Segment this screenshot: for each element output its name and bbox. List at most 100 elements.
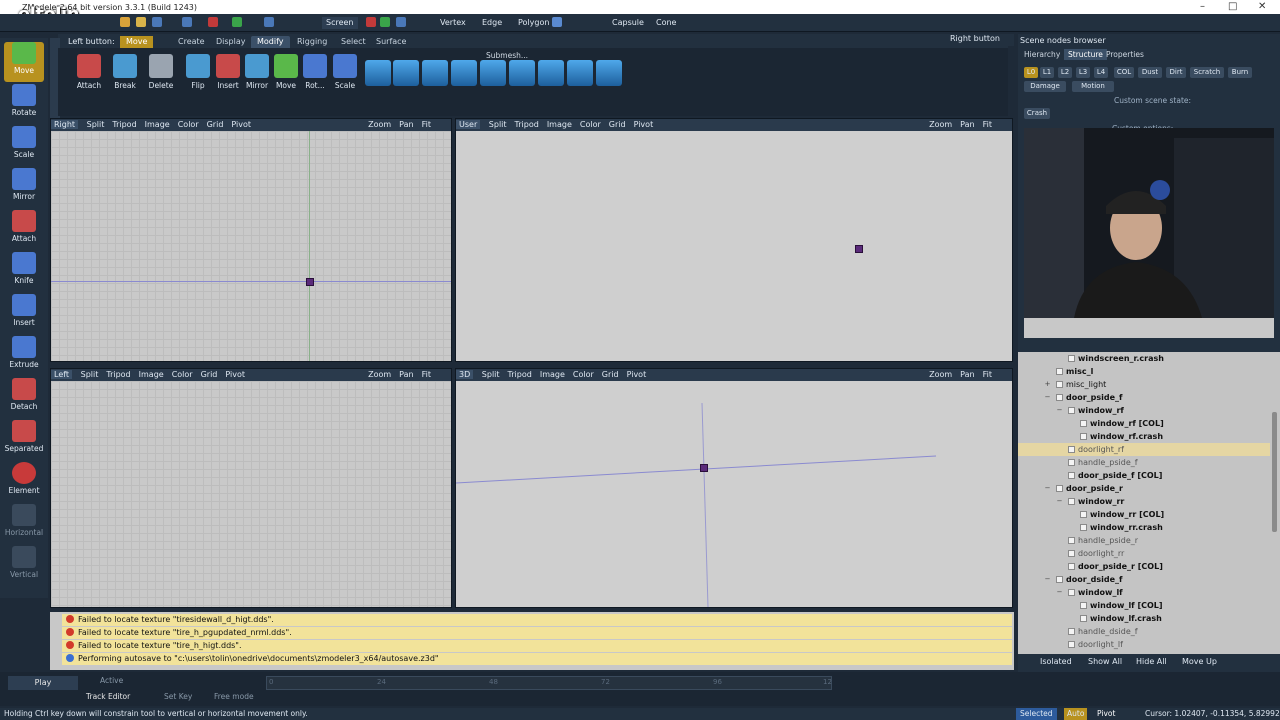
visibility-checkbox[interactable]	[1080, 433, 1087, 440]
motion-dropdown[interactable]: Motion	[1072, 81, 1114, 92]
viewport-3d[interactable]: 3D Split Tripod Image Color Grid Pivot Zoom Pa…	[455, 368, 1013, 608]
chip-l4[interactable]: L4	[1094, 67, 1108, 78]
viewport-name[interactable]: Right	[51, 120, 79, 129]
visibility-checkbox[interactable]	[1068, 407, 1075, 414]
tree-scrollbar[interactable]	[1272, 412, 1277, 532]
tree-row[interactable]: windscreen_r.crash	[1018, 352, 1270, 365]
detach-tool[interactable]: Detach	[4, 378, 44, 418]
move-button[interactable]: Move	[271, 54, 301, 90]
tab-surface[interactable]: Surface	[370, 36, 412, 48]
vertex-mode[interactable]: Vertex	[440, 17, 466, 29]
timeline-track[interactable]: 0 24 48 72 96 12	[266, 676, 832, 690]
image-menu[interactable]: Image	[540, 370, 565, 379]
color-menu[interactable]: Color	[573, 370, 594, 379]
grid-menu[interactable]: Grid	[602, 370, 619, 379]
tree-row[interactable]: + misc_light	[1018, 378, 1270, 391]
tripod-menu[interactable]: Tripod	[508, 370, 532, 379]
collapse-icon[interactable]: −	[1044, 485, 1051, 492]
selected-badge[interactable]: Selected	[1016, 708, 1057, 720]
chip-dust[interactable]: Dust	[1138, 67, 1162, 78]
visibility-checkbox[interactable]	[1068, 498, 1075, 505]
element-tool[interactable]: Element	[4, 462, 44, 502]
mirror-button[interactable]: Mirror	[242, 54, 272, 90]
submesh-arrow-icon[interactable]	[480, 60, 506, 86]
flip-button[interactable]: Flip	[183, 54, 213, 90]
tree-row[interactable]: window_rr.crash	[1018, 521, 1270, 534]
viewport-left[interactable]: Left Split Tripod Image Color Grid Pivot Zoom…	[50, 368, 452, 608]
submesh-merge-icon[interactable]	[451, 60, 477, 86]
tree-row[interactable]: − window_rf	[1018, 404, 1270, 417]
grid-menu[interactable]: Grid	[201, 370, 218, 379]
screen-dropdown[interactable]: Screen	[322, 17, 358, 29]
chip-burn[interactable]: Burn	[1228, 67, 1252, 78]
collapse-icon[interactable]: −	[1044, 394, 1051, 401]
knife-tool[interactable]: Knife	[4, 252, 44, 292]
pan-button[interactable]: Pan	[399, 370, 413, 379]
visibility-checkbox[interactable]	[1068, 472, 1075, 479]
crash-button[interactable]: Crash	[1024, 108, 1050, 119]
save-file-icon[interactable]	[152, 17, 162, 27]
zoom-button[interactable]: Zoom	[368, 370, 391, 379]
viewport-name[interactable]: Left	[51, 370, 73, 379]
auto-badge[interactable]: Auto	[1064, 708, 1088, 720]
chip-l0[interactable]: L0	[1024, 67, 1038, 78]
pivot-menu[interactable]: Pivot	[634, 120, 654, 129]
tree-row[interactable]: handle_pside_f	[1018, 456, 1270, 469]
viewport-canvas[interactable]	[456, 381, 1012, 607]
submesh-extract-icon[interactable]	[567, 60, 593, 86]
pan-button[interactable]: Pan	[960, 370, 974, 379]
move-up-button[interactable]: Move Up	[1182, 657, 1217, 666]
visibility-checkbox[interactable]	[1068, 589, 1075, 596]
image-menu[interactable]: Image	[145, 120, 170, 129]
z-axis-icon[interactable]	[396, 17, 406, 27]
track-editor-button[interactable]: Track Editor	[86, 692, 130, 701]
viewport-canvas[interactable]	[51, 131, 451, 361]
visibility-checkbox[interactable]	[1056, 576, 1063, 583]
chip-dirt[interactable]: Dirt	[1166, 67, 1186, 78]
split-menu[interactable]: Split	[81, 370, 99, 379]
undo-icon[interactable]	[182, 17, 192, 27]
chip-scratch[interactable]: Scratch	[1190, 67, 1224, 78]
split-menu[interactable]: Split	[87, 120, 105, 129]
chip-l3[interactable]: L3	[1076, 67, 1090, 78]
new-file-icon[interactable]	[120, 17, 130, 27]
tree-row[interactable]: window_rr [COL]	[1018, 508, 1270, 521]
visibility-checkbox[interactable]	[1068, 550, 1075, 557]
tree-row[interactable]: handle_pside_r	[1018, 534, 1270, 547]
visibility-checkbox[interactable]	[1080, 511, 1087, 518]
close-icon[interactable]: ✕	[1258, 1, 1266, 12]
tree-row[interactable]: window_lf.crash	[1018, 612, 1270, 625]
damage-dropdown[interactable]: Damage	[1024, 81, 1066, 92]
submesh-grid-icon[interactable]	[596, 60, 622, 86]
tree-row[interactable]: window_lf [COL]	[1018, 599, 1270, 612]
tree-row[interactable]: window_rf.crash	[1018, 430, 1270, 443]
object-mode-icon[interactable]	[552, 17, 562, 27]
insert-button[interactable]: Insert	[213, 54, 243, 90]
chip-l1[interactable]: L1	[1040, 67, 1054, 78]
visibility-checkbox[interactable]	[1068, 641, 1075, 648]
rotate-tool[interactable]: Rotate	[4, 84, 44, 124]
tree-row[interactable]: misc_l	[1018, 365, 1270, 378]
open-file-icon[interactable]	[136, 17, 146, 27]
cone-tool[interactable]: Cone	[656, 17, 676, 29]
grid-menu[interactable]: Grid	[207, 120, 224, 129]
vertical-tool[interactable]: Vertical	[4, 546, 44, 586]
attach-button[interactable]: Attach	[74, 54, 104, 90]
submesh-fill-icon[interactable]	[509, 60, 535, 86]
tab-hierarchy[interactable]: Hierarchy	[1020, 49, 1064, 60]
split-menu[interactable]: Split	[489, 120, 507, 129]
visibility-checkbox[interactable]	[1068, 537, 1075, 544]
tab-modify[interactable]: Modify	[251, 36, 290, 48]
collapse-icon[interactable]: −	[1056, 407, 1063, 414]
collapse-icon[interactable]: −	[1044, 576, 1051, 583]
play-button[interactable]: Play	[8, 676, 78, 690]
color-menu[interactable]: Color	[172, 370, 193, 379]
tab-properties[interactable]: Properties	[1102, 49, 1148, 60]
attach-tool[interactable]: Attach	[4, 210, 44, 250]
visibility-checkbox[interactable]	[1068, 355, 1075, 362]
viewport-right[interactable]: Right Split Tripod Image Color Grid Pivot Zoo…	[50, 118, 452, 362]
viewport-user[interactable]: User Split Tripod Image Color Grid Pivot Zoom…	[455, 118, 1013, 362]
viewport-canvas[interactable]	[456, 131, 1012, 361]
pivot-menu[interactable]: Pivot	[627, 370, 647, 379]
snap-icon[interactable]	[264, 17, 274, 27]
